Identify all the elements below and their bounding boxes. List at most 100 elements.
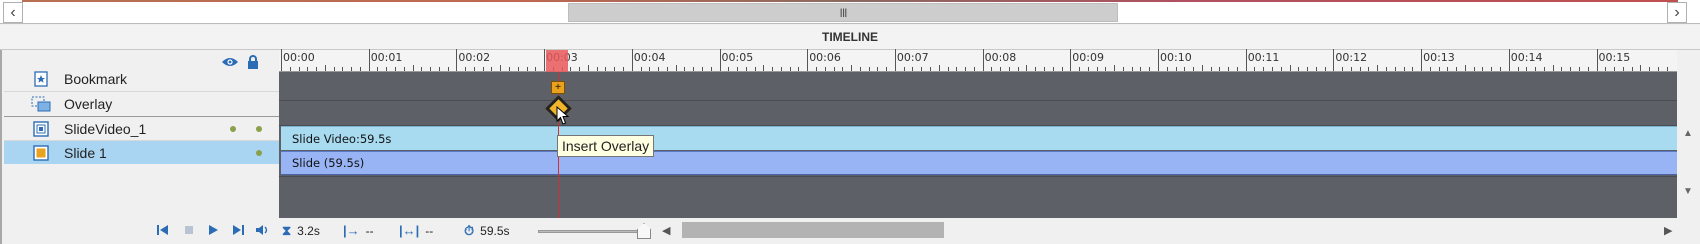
ruler-minor-tick <box>465 67 467 71</box>
ruler-minor-tick <box>815 67 817 71</box>
start-time-value: -- <box>365 223 374 238</box>
ruler-major-tick <box>1421 49 1423 71</box>
ruler-minor-tick <box>333 67 335 71</box>
duration: |↔| -- <box>399 223 433 238</box>
vertical-scrollbar[interactable]: ▲ ▼ <box>1677 126 1700 218</box>
ruler-minor-tick <box>921 67 923 71</box>
ruler-minor-tick <box>587 65 589 71</box>
top-scrollbar[interactable]: ‹ III › <box>0 0 1700 24</box>
ruler-minor-tick <box>1052 67 1054 71</box>
ruler-minor-tick <box>1429 67 1431 71</box>
tooltip-text: Insert Overlay <box>562 138 650 154</box>
visibility-dot[interactable] <box>230 126 236 132</box>
start-arrow-icon: |→ <box>343 223 360 238</box>
ruler-minor-tick <box>1307 67 1309 71</box>
ruler-minor-tick <box>1394 67 1396 71</box>
ruler-minor-tick <box>1386 67 1388 71</box>
overlay-icon <box>30 95 52 113</box>
ruler-minor-tick <box>1026 65 1028 71</box>
ruler-minor-tick <box>570 67 572 71</box>
next-icon[interactable] <box>230 222 246 238</box>
ruler-minor-tick <box>1482 67 1484 71</box>
ruler-label: 00:12 <box>1335 51 1368 64</box>
ruler-minor-tick <box>1280 67 1282 71</box>
lock-dot[interactable] <box>256 126 262 132</box>
playhead-handle[interactable] <box>546 50 568 72</box>
ruler-minor-tick <box>359 67 361 71</box>
play-icon[interactable] <box>205 222 221 238</box>
slidevideo-bar[interactable]: Slide Video:59.5s <box>281 126 1677 150</box>
ruler-minor-tick <box>1035 67 1037 71</box>
scroll-left-button[interactable]: ‹ <box>3 2 23 23</box>
ruler-major-tick <box>456 49 458 71</box>
ruler-label: 00:08 <box>984 51 1017 64</box>
ruler-major-tick <box>1070 49 1072 71</box>
ruler-minor-tick <box>1526 67 1528 71</box>
ruler-label: 00:05 <box>721 51 754 64</box>
ruler-minor-tick <box>1517 67 1519 71</box>
ruler-minor-tick <box>1289 65 1291 71</box>
ruler-label: 00:01 <box>370 51 403 64</box>
ruler-minor-tick <box>1175 67 1177 71</box>
total-duration-value: 59.5s <box>480 224 510 238</box>
scroll-left-icon[interactable]: ◀ <box>662 224 670 237</box>
ruler-minor-tick <box>1570 67 1572 71</box>
stop-icon[interactable] <box>181 222 197 238</box>
ruler-minor-tick <box>351 67 353 71</box>
ruler-minor-tick <box>1473 67 1475 71</box>
ruler-label: 00:04 <box>633 51 666 64</box>
ruler-major-tick <box>1508 49 1510 71</box>
layer-row-slide[interactable]: Slide 1 <box>4 140 281 164</box>
ruler-minor-tick <box>1543 67 1545 71</box>
ruler-minor-tick <box>1605 67 1607 71</box>
ruler-minor-tick <box>1254 67 1256 71</box>
layer-row-slidevideo[interactable]: SlideVideo_1 <box>4 116 281 140</box>
current-time: ⧗ 3.2s <box>282 223 320 239</box>
scroll-down-icon[interactable]: ▼ <box>1683 186 1693 197</box>
ruler-minor-tick <box>438 67 440 71</box>
ruler-minor-tick <box>1315 67 1317 71</box>
slide-bar[interactable]: Slide (59.5s) <box>281 151 1677 175</box>
timeline-title: TIMELINE <box>822 30 878 44</box>
ruler-minor-tick <box>324 65 326 71</box>
scroll-right-button[interactable]: › <box>1667 2 1687 23</box>
ruler-minor-tick <box>938 65 940 71</box>
ruler-minor-tick <box>737 67 739 71</box>
time-ruler[interactable]: 00:0000:0100:0200:0300:0400:0500:0600:07… <box>279 49 1677 72</box>
layer-row-bookmark[interactable]: Bookmark <box>4 67 281 91</box>
ruler-minor-tick <box>693 67 695 71</box>
ruler-minor-tick <box>623 67 625 71</box>
stage-preview-strip <box>22 0 1678 2</box>
tooltip: Insert Overlay <box>557 135 655 157</box>
mouse-pointer-icon <box>556 105 570 129</box>
ruler-minor-tick <box>1552 65 1554 71</box>
scroll-thumb[interactable]: III <box>568 3 1118 22</box>
ruler-label: 00:15 <box>1598 51 1631 64</box>
layer-name: Slide 1 <box>64 144 107 161</box>
bookmark-marker[interactable]: + <box>551 81 565 94</box>
zoom-slider-track[interactable] <box>538 230 648 233</box>
ruler-minor-tick <box>649 67 651 71</box>
ruler-minor-tick <box>316 67 318 71</box>
ruler-minor-tick <box>859 67 861 71</box>
volume-icon[interactable] <box>255 222 271 238</box>
rewind-icon[interactable] <box>155 222 171 238</box>
ruler-minor-tick <box>965 67 967 71</box>
ruler-minor-tick <box>1043 67 1045 71</box>
ruler-major-tick <box>1596 49 1598 71</box>
layer-row-overlay[interactable]: Overlay <box>4 91 281 115</box>
ruler-minor-tick <box>780 67 782 71</box>
bar-label: Slide Video:59.5s <box>292 131 392 146</box>
ruler-major-tick <box>281 49 282 71</box>
zoom-slider-thumb[interactable] <box>637 223 651 239</box>
ruler-label: 00:06 <box>809 51 841 64</box>
ruler-minor-tick <box>1193 67 1195 71</box>
duration-icon: |↔| <box>399 223 420 238</box>
scroll-up-icon[interactable]: ▲ <box>1683 128 1693 139</box>
ruler-minor-tick <box>877 67 879 71</box>
scroll-right-icon[interactable]: ▶ <box>1664 224 1672 237</box>
lock-dot[interactable] <box>256 150 262 156</box>
horizontal-scroll-thumb[interactable] <box>682 222 944 238</box>
ruler-label: 00:07 <box>896 51 929 64</box>
ruler-minor-tick <box>903 67 905 71</box>
